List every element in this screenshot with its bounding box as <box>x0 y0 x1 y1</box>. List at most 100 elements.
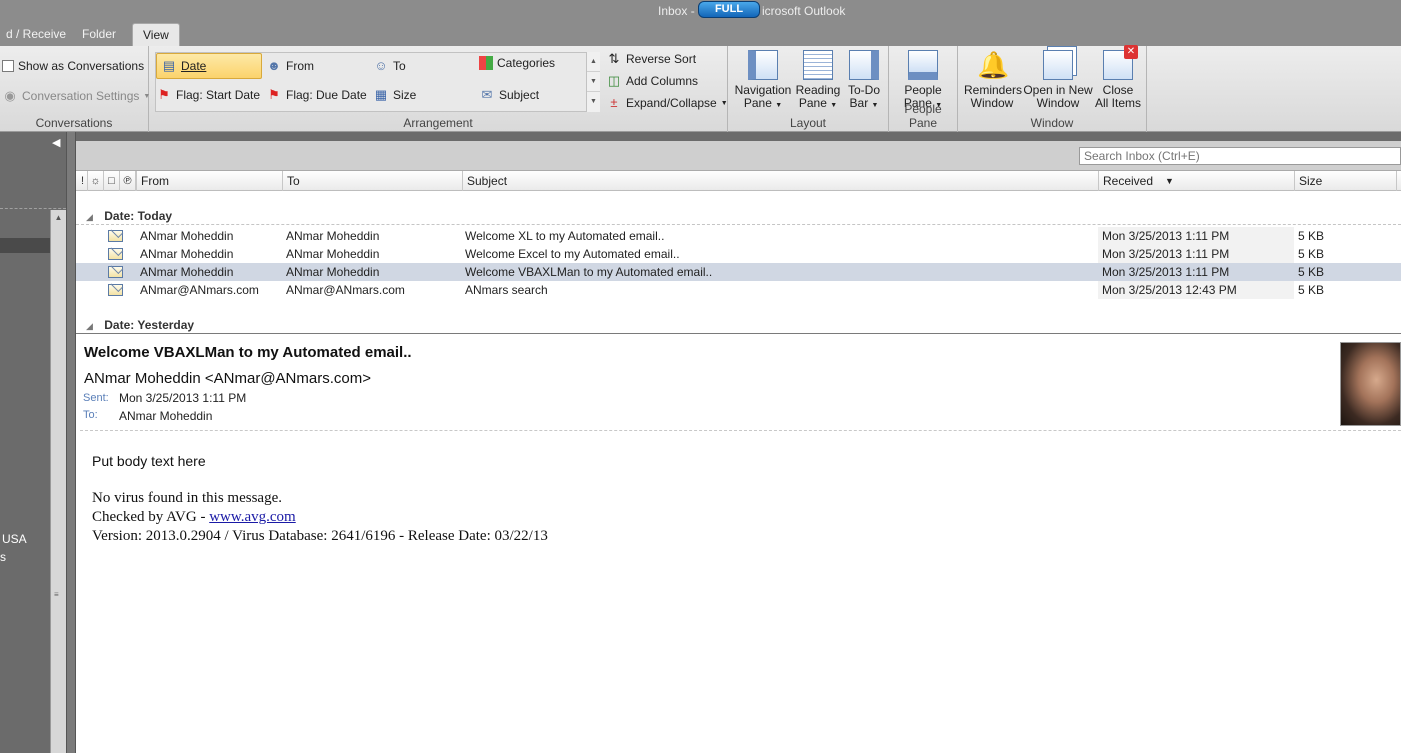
todo-bar-button[interactable]: To-Do Bar ▼ <box>844 50 884 112</box>
message-row[interactable]: ANmar Moheddin ANmar Moheddin Welcome XL… <box>76 227 1401 245</box>
window-title-left: Inbox - <box>658 4 695 18</box>
tab-folder[interactable]: Folder <box>72 26 126 46</box>
message-to: ANmar Moheddin <box>286 247 380 261</box>
reminders-window-button[interactable]: 🔔 Reminders Window <box>964 50 1022 110</box>
ribbon: Show as Conversations ◉ Conversation Set… <box>0 45 1401 132</box>
message-received: Mon 3/25/2013 1:11 PM <box>1102 247 1230 261</box>
scroll-up-icon[interactable]: ▲ <box>51 210 66 226</box>
gallery-up-icon[interactable]: ▲ <box>587 52 600 72</box>
expand-collapse-button[interactable]: ± Expand/Collapse ▼ <box>606 93 727 113</box>
bell-icon: 🔔 <box>977 50 1010 80</box>
navigation-pane-button[interactable]: Navigation Pane ▼ <box>734 50 792 112</box>
collapse-left-icon[interactable]: ◀ <box>52 136 60 149</box>
add-columns-button[interactable]: ◫ Add Columns <box>606 71 698 91</box>
message-subject: Welcome Excel to my Automated email.. <box>465 247 680 261</box>
nav-folder-usa[interactable]: USA <box>2 532 27 546</box>
arrange-subject-button[interactable]: ✉ Subject <box>479 85 539 105</box>
gallery-scroll: ▲ ▼ ▼ <box>586 52 600 112</box>
reverse-sort-icon: ⇅ <box>608 51 620 66</box>
arrange-subject-label: Subject <box>499 88 540 102</box>
navigation-pane: ◀ ▲ ≡ USA s <box>0 132 66 753</box>
message-subject-heading: Welcome VBAXLMan to my Automated email.. <box>84 344 412 361</box>
gallery-more-icon[interactable]: ▼ <box>587 92 600 112</box>
reading-pane-button[interactable]: Reading Pane ▼ <box>794 50 842 112</box>
reverse-sort-button[interactable]: ⇅ Reverse Sort <box>606 49 696 69</box>
column-size[interactable]: Size <box>1294 171 1398 191</box>
conversation-settings-button[interactable]: ◉ Conversation Settings ▼ <box>2 86 150 106</box>
column-received[interactable]: Received ▼ <box>1098 171 1294 191</box>
nav-scrollbar[interactable]: ▲ ≡ <box>50 210 66 753</box>
reminder-icon[interactable]: ☼ <box>88 171 104 191</box>
nav-selected-folder[interactable] <box>0 238 50 253</box>
arrange-flag-due-button[interactable]: ⚑ Flag: Due Date <box>266 85 367 105</box>
arrange-date-button[interactable]: ▤ Date <box>156 53 262 79</box>
sent-label: Sent: <box>83 392 109 404</box>
group-label-arrangement: Arrangement <box>403 116 473 130</box>
chevron-down-icon: ▼ <box>830 102 838 109</box>
body-text-line: Version: 2013.0.2904 / Virus Database: 2… <box>92 528 548 544</box>
collapse-triangle-icon[interactable]: ◢ <box>86 212 93 222</box>
body-text-prefix: Checked by AVG - <box>92 509 210 525</box>
message-subject: ANmars search <box>465 283 548 297</box>
message-from: ANmar Moheddin <box>140 229 234 243</box>
tab-view[interactable]: View <box>132 23 180 47</box>
window-title-right: icrosoft Outlook <box>762 4 846 18</box>
message-sender[interactable]: ANmar Moheddin <ANmar@ANmars.com> <box>84 370 371 387</box>
sender-photo[interactable] <box>1340 342 1401 426</box>
envelope-icon <box>108 284 123 296</box>
message-row[interactable]: ANmar Moheddin ANmar Moheddin Welcome Ex… <box>76 245 1401 263</box>
close-all-items-button[interactable]: ✕ Close All Items <box>1094 45 1142 110</box>
message-subject: Welcome XL to my Automated email.. <box>465 229 665 243</box>
to-value[interactable]: ANmar Moheddin <box>119 409 212 423</box>
to-label: To: <box>83 409 98 421</box>
reverse-sort-label: Reverse Sort <box>626 52 697 66</box>
gallery-down-icon[interactable]: ▼ <box>587 72 600 92</box>
message-received: Mon 3/25/2013 1:11 PM <box>1102 229 1230 243</box>
message-row[interactable]: ANmar@ANmars.com ANmar@ANmars.com ANmars… <box>76 281 1401 299</box>
attachment-icon[interactable]: ℗ <box>120 171 136 191</box>
scroll-grip-icon[interactable]: ≡ <box>54 590 59 599</box>
column-from[interactable]: From <box>136 171 282 191</box>
search-input[interactable] <box>1079 147 1401 165</box>
tab-send-receive[interactable]: d / Receive <box>0 26 76 46</box>
add-columns-icon: ◫ <box>607 73 621 88</box>
group-header-today[interactable]: ◢ Date: Today <box>76 207 1401 225</box>
pane-splitter[interactable] <box>66 132 76 753</box>
message-from: ANmar Moheddin <box>140 265 234 279</box>
arrange-size-label: Size <box>393 88 417 102</box>
item-type-icon[interactable]: □ <box>104 171 120 191</box>
group-label-conversations: Conversations <box>35 116 113 130</box>
nav-folder-s[interactable]: s <box>0 550 6 564</box>
arrange-flag-start-label: Flag: Start Date <box>176 88 261 102</box>
person-icon: ☻ <box>267 58 281 73</box>
column-received-label: Received <box>1103 174 1154 188</box>
sent-value: Mon 3/25/2013 1:11 PM <box>119 391 247 405</box>
fullscreen-badge[interactable]: FULL <box>698 1 760 18</box>
navigation-pane-icon <box>748 50 778 80</box>
top-strip <box>76 132 1401 141</box>
group-label-people-pane: People Pane <box>904 102 942 130</box>
arrange-categories-button[interactable]: Categories <box>479 53 555 73</box>
show-as-conversations-checkbox[interactable]: Show as Conversations <box>2 56 144 76</box>
nav-divider <box>0 208 66 209</box>
arrange-size-button[interactable]: ▦ Size <box>373 85 417 105</box>
arrange-from-button[interactable]: ☻ From <box>266 56 314 76</box>
message-row-selected[interactable]: ANmar Moheddin ANmar Moheddin Welcome VB… <box>76 263 1401 281</box>
column-to[interactable]: To <box>282 171 462 191</box>
importance-icon[interactable]: ! <box>78 171 88 191</box>
flag-icon: ⚑ <box>158 87 170 102</box>
arrange-to-button[interactable]: ☺ To <box>373 56 405 76</box>
flag-icon: ⚑ <box>268 87 280 102</box>
column-filter[interactable] <box>1396 171 1401 191</box>
group-header-yesterday[interactable]: ◢ Date: Yesterday <box>76 316 1401 334</box>
message-to: ANmar Moheddin <box>286 265 380 279</box>
collapse-triangle-icon[interactable]: ◢ <box>86 321 93 331</box>
avg-link[interactable]: www.avg.com <box>209 509 296 525</box>
open-in-new-window-button[interactable]: Open in New Window <box>1022 50 1094 110</box>
todo-bar-label-2: Bar <box>849 96 869 110</box>
column-subject[interactable]: Subject <box>462 171 1098 191</box>
body-text-line: Checked by AVG - www.avg.com <box>92 509 296 526</box>
arrange-flag-start-button[interactable]: ⚑ Flag: Start Date <box>156 85 260 105</box>
expand-collapse-icon: ± <box>610 95 618 110</box>
expand-collapse-label: Expand/Collapse <box>626 96 717 110</box>
